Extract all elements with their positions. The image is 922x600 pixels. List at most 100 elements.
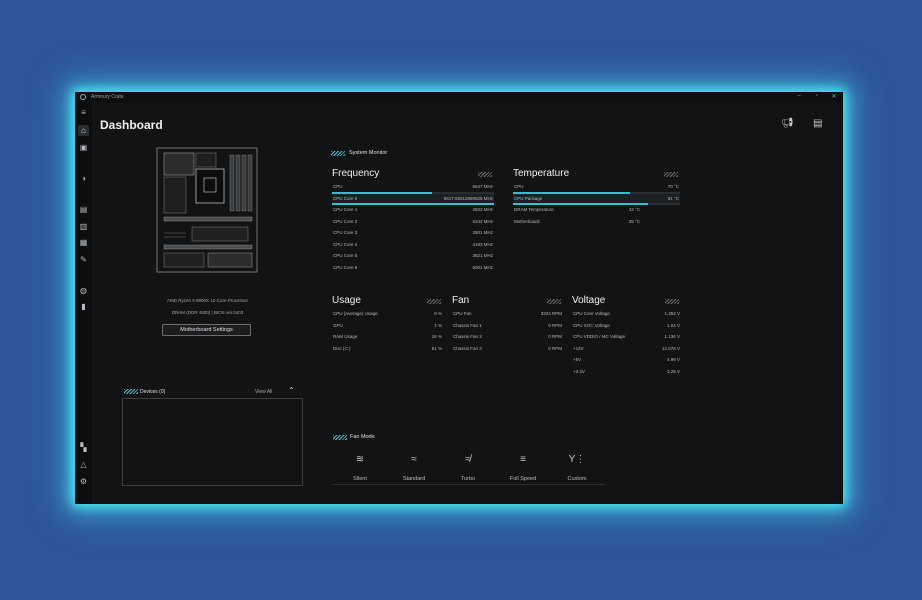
usage-expand-icon[interactable] <box>427 299 441 304</box>
voltage-value: 3.28 V <box>666 368 680 374</box>
voltage-row: +5V 4.98 V <box>572 355 681 367</box>
usage-label: RAM Usage <box>333 334 358 339</box>
usage-row: RAM Usage 16 % <box>332 332 443 344</box>
fan-row: Chassis Fan 3 0 RPM <box>452 344 563 356</box>
title-bar: Armoury Crate – ▫ ✕ <box>75 92 843 103</box>
scenario-icon[interactable]: ▦ <box>78 237 89 248</box>
standard-fan-icon: ≈ <box>411 454 417 465</box>
voltage-value: 1.04 V <box>666 322 680 328</box>
voltage-row: +12V 12.076 V <box>572 344 681 356</box>
temperature-expand-icon[interactable] <box>664 172 678 177</box>
frequency-row: CPU Core 3 2801 MHz <box>332 228 494 240</box>
fan-mode-divider <box>332 484 605 485</box>
devices-list <box>122 398 303 486</box>
library-icon[interactable]: ▥ <box>78 221 89 232</box>
usage-row: CPU (Average) Usage 9 % <box>332 309 443 321</box>
voltage-section: Voltage CPU Core Voltage 1.352 V CPU SOC… <box>572 295 681 378</box>
fan-mode-silent[interactable]: ≋ Silent <box>340 454 380 482</box>
fan-mode-turbo[interactable]: ≉ Turbo <box>448 454 488 482</box>
temperature-label: CPU <box>514 184 524 189</box>
settings-icon[interactable]: ⚙ <box>78 476 89 487</box>
usage-section: Usage CPU (Average) Usage 9 % GPU 1 % RA… <box>332 295 443 355</box>
broadcast-icon[interactable]: 📢︎ <box>781 118 794 129</box>
page-title: Dashboard <box>100 118 163 132</box>
game-icon[interactable]: ✎ <box>78 254 89 265</box>
aura-icon[interactable]: ◑ <box>78 173 89 184</box>
hardware-icon[interactable]: ▤ <box>78 204 89 215</box>
voltage-value: 1.136 V <box>664 334 680 339</box>
fan-value: 0 RPM <box>548 334 562 339</box>
fan-mode-custom[interactable]: Y⋮ Custom <box>557 454 597 482</box>
silent-fan-icon: ≋ <box>355 454 365 465</box>
frequency-value: 3621 MHz <box>472 253 493 258</box>
fan-mode-standard[interactable]: ≈ Standard <box>394 454 434 482</box>
fan-mode-label: Custom <box>567 476 587 482</box>
frequency-row: CPU Core 5 3621 MHz <box>332 251 494 263</box>
voltage-row: CPU SOC Voltage 1.04 V <box>572 321 681 333</box>
device-icon[interactable]: ▣ <box>78 142 89 153</box>
user-center-icon[interactable]: ▚ <box>78 442 89 453</box>
frequency-row: CPU Core 2 5342 MHz <box>332 217 494 229</box>
fan-row: Chassis Fan 1 0 RPM <box>452 321 563 333</box>
maximize-button[interactable]: ▫ <box>810 93 824 99</box>
voltage-value: 1.352 V <box>664 311 680 316</box>
voltage-label: +3.3V <box>573 368 585 374</box>
view-all-link[interactable]: View All <box>255 389 272 395</box>
fan-row: Chassis Fan 2 0 RPM <box>452 332 563 344</box>
app-title: Armoury Crate <box>91 94 124 100</box>
deals-icon[interactable]: ◍ <box>78 285 89 296</box>
usage-value: 51 % <box>431 345 442 351</box>
frequency-label: CPU Core 1 <box>333 207 358 212</box>
voltage-label: CPU Core Voltage <box>573 311 610 316</box>
fan-value: 0 RPM <box>548 345 562 351</box>
usage-label: CPU (Average) Usage <box>333 311 378 316</box>
fan-mode-label: Standard <box>402 476 426 482</box>
notification-icon[interactable]: △ <box>78 459 89 470</box>
fan-value: 3324 RPM <box>540 311 562 316</box>
sidebar: ≡ ⌂ ▣ ◑ ▤ ▥ ▦ ✎ ◍ ▮ ▚ △ ⚙ <box>75 103 92 504</box>
home-icon[interactable]: ⌂ <box>78 125 89 136</box>
usage-row: GPU 1 % <box>332 321 443 333</box>
fan-expand-icon[interactable] <box>547 299 561 304</box>
fan-section: Fan CPU Fan 3324 RPM Chassis Fan 1 0 RPM… <box>452 295 563 355</box>
layout-toggle-icon[interactable]: ▤ <box>813 118 822 129</box>
dram-bios-info: DRAM (DDR 4800) | BIOS ver.0403 <box>171 310 244 315</box>
news-icon[interactable]: ▮ <box>78 301 89 312</box>
frequency-title: Frequency <box>332 168 380 179</box>
frequency-row: CPU 5637 MHz <box>332 182 494 194</box>
frequency-value: 2801 MHz <box>472 230 493 235</box>
temperature-label: DRAM Temperature <box>514 207 554 212</box>
voltage-expand-icon[interactable] <box>665 299 679 304</box>
close-button[interactable]: ✕ <box>827 93 841 100</box>
voltage-row: CPU VDDIO / MC Voltage 1.136 V <box>572 332 681 344</box>
voltage-label: +12V <box>573 345 584 351</box>
voltage-value: 4.98 V <box>666 357 680 362</box>
temperature-section: Temperature CPU 70 °C CPU Package 81 °C … <box>513 168 680 228</box>
fan-label: Chassis Fan 3 <box>453 345 482 351</box>
frequency-row: CPU Core 0 5617.68212890625 MHz <box>332 193 494 205</box>
frequency-value: 5617.68212890625 MHz <box>443 195 493 201</box>
frequency-row: CPU Core 6 5001 MHz <box>332 263 494 275</box>
usage-label: Disc (C:) <box>333 345 351 351</box>
menu-icon[interactable]: ≡ <box>78 107 89 118</box>
usage-value: 9 % <box>434 311 442 316</box>
voltage-label: CPU SOC Voltage <box>573 322 610 328</box>
frequency-row: CPU Core 1 2803 MHz <box>332 205 494 217</box>
frequency-expand-icon[interactable] <box>478 172 492 177</box>
devices-panel: Devices (0) View All ⌃ <box>122 386 303 488</box>
app-window: Armoury Crate – ▫ ✕ ≡ ⌂ ▣ ◑ ▤ ▥ ▦ ✎ ◍ ▮ … <box>75 92 843 504</box>
devices-title: Devices (0) <box>140 389 166 395</box>
frequency-value: 5637 MHz <box>472 184 493 189</box>
frequency-value: 4193 MHz <box>472 241 493 247</box>
fan-mode-full-speed[interactable]: ≡ Full Speed <box>503 454 543 482</box>
chevron-up-icon[interactable]: ⌃ <box>288 386 295 395</box>
fan-label: Chassis Fan 2 <box>453 334 482 339</box>
frequency-label: CPU <box>333 184 343 189</box>
turbo-fan-icon: ≉ <box>465 454 471 465</box>
usage-row: Disc (C:) 51 % <box>332 344 443 356</box>
temperature-row: DRAM Temperature 42 °C <box>513 205 680 217</box>
motherboard-settings-button[interactable]: Motherboard Settings <box>162 324 251 336</box>
minimize-button[interactable]: – <box>792 93 806 99</box>
temperature-value: 35 °C <box>628 218 640 224</box>
frequency-label: CPU Core 3 <box>333 230 358 235</box>
